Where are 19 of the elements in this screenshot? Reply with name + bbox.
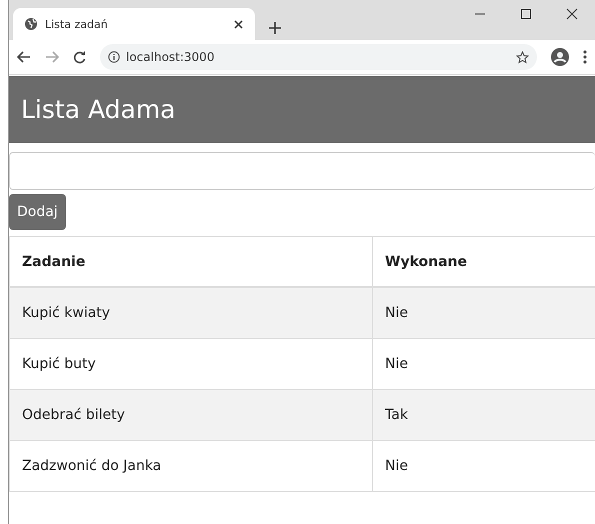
reload-icon[interactable] [73, 50, 86, 64]
globe-icon [25, 18, 37, 30]
menu-icon[interactable] [583, 50, 587, 64]
new-tab-icon[interactable] [269, 22, 281, 34]
back-icon[interactable] [17, 51, 31, 63]
table-cell: Zadzwonić do Janka [10, 440, 372, 492]
profile-icon[interactable] [551, 48, 569, 66]
url-text: localhost:3000 [126, 50, 216, 64]
table-cell: Nie [372, 287, 595, 338]
add-button[interactable]: Dodaj [9, 194, 66, 230]
close-icon[interactable] [234, 20, 243, 28]
table-cell: Kupić kwiaty [10, 287, 372, 338]
page-title: Lista Adama [21, 95, 176, 124]
table-cell: Nie [372, 440, 595, 492]
table-cell: Tak [372, 390, 595, 440]
address-bar[interactable]: localhost:3000 [100, 44, 537, 70]
table-cell: Odebrać bilety [10, 390, 372, 440]
star-icon[interactable] [516, 50, 529, 64]
info-icon [108, 51, 120, 63]
